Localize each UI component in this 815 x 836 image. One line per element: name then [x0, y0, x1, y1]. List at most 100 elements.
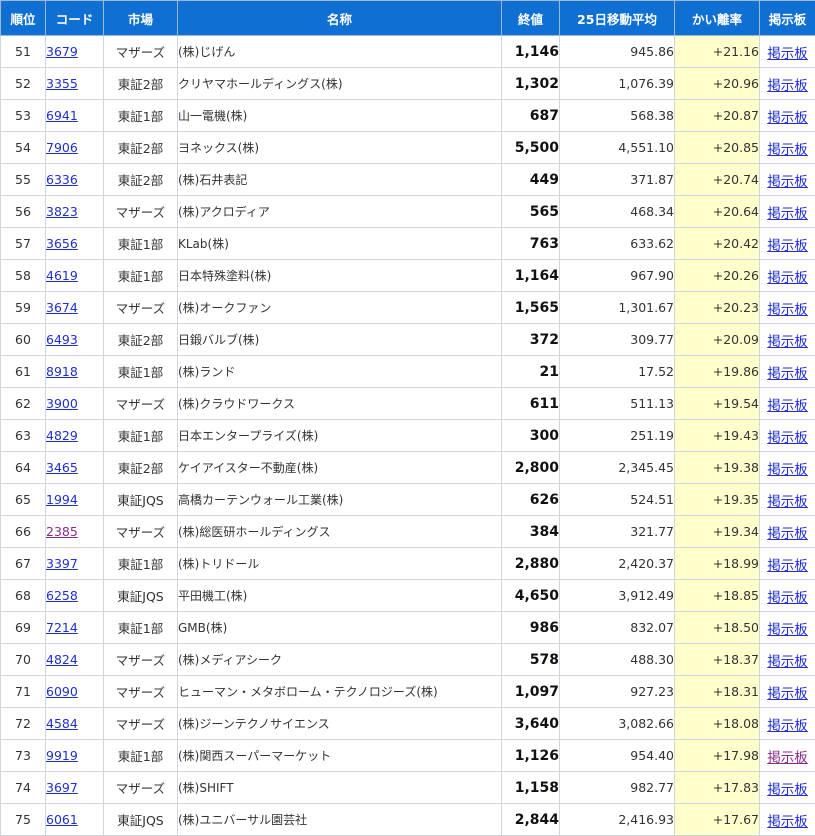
close-price: 21 — [540, 364, 559, 380]
stock-code-link[interactable]: 6061 — [46, 812, 78, 827]
board-link[interactable]: 掲示板 — [767, 110, 808, 126]
deviation-value: +18.85 — [713, 588, 759, 603]
ma25-value: 1,301.67 — [618, 300, 674, 315]
close-price: 763 — [530, 236, 559, 252]
ma25-cell: 927.23 — [560, 676, 675, 708]
name-cell: 日本特殊塗料(株) — [178, 260, 502, 292]
board-link[interactable]: 掲示板 — [767, 526, 808, 542]
stock-code-link[interactable]: 3397 — [46, 556, 78, 571]
ma25-value: 954.40 — [630, 748, 674, 763]
ma25-value: 3,912.49 — [618, 588, 674, 603]
code-cell: 8918 — [46, 356, 104, 388]
market-value: 東証1部 — [118, 109, 163, 124]
stock-code-link[interactable]: 3679 — [46, 44, 78, 59]
board-link[interactable]: 掲示板 — [767, 782, 808, 798]
header-board: 掲示板 — [760, 1, 815, 36]
rank-value: 75 — [15, 812, 31, 827]
board-link[interactable]: 掲示板 — [767, 654, 808, 670]
market-value: 東証1部 — [118, 621, 163, 636]
stock-code-link[interactable]: 3697 — [46, 780, 78, 795]
rank-value: 55 — [15, 172, 31, 187]
board-link[interactable]: 掲示板 — [767, 590, 808, 606]
rank-cell: 72 — [1, 708, 46, 740]
stock-code-link[interactable]: 6090 — [46, 684, 78, 699]
stock-code-link[interactable]: 4584 — [46, 716, 78, 731]
rank-value: 52 — [15, 76, 31, 91]
market-value: 東証2部 — [118, 77, 163, 92]
market-value: 東証1部 — [118, 269, 163, 284]
board-link[interactable]: 掲示板 — [767, 206, 808, 222]
board-link[interactable]: 掲示板 — [767, 622, 808, 638]
name-cell: (株)ランド — [178, 356, 502, 388]
stock-code-link[interactable]: 3355 — [46, 76, 78, 91]
market-cell: マザーズ — [104, 36, 178, 68]
stock-code-link[interactable]: 3823 — [46, 204, 78, 219]
stock-code-link[interactable]: 6941 — [46, 108, 78, 123]
board-link[interactable]: 掲示板 — [767, 270, 808, 286]
close-cell: 1,302 — [502, 68, 560, 100]
stock-code-link[interactable]: 3465 — [46, 460, 78, 475]
board-link[interactable]: 掲示板 — [767, 494, 808, 510]
header-code: コード — [46, 1, 104, 36]
ma25-value: 2,416.93 — [618, 812, 674, 827]
header-row: 順位 コード 市場 名称 終値 25日移動平均 かい離率 掲示板 — [1, 1, 815, 36]
board-link[interactable]: 掲示板 — [767, 718, 808, 734]
board-cell: 掲示板 — [760, 132, 815, 164]
deviation-cell: +19.86 — [675, 356, 760, 388]
stock-code-link[interactable]: 4829 — [46, 428, 78, 443]
stock-code-link[interactable]: 3656 — [46, 236, 78, 251]
market-cell: 東証1部 — [104, 740, 178, 772]
table-row: 51 3679 マザーズ (株)じげん 1,146 945.86 +21.16 … — [1, 36, 815, 68]
market-cell: マザーズ — [104, 676, 178, 708]
stock-code-link[interactable]: 6258 — [46, 588, 78, 603]
board-link[interactable]: 掲示板 — [767, 174, 808, 190]
stock-code-link[interactable]: 3674 — [46, 300, 78, 315]
rank-value: 61 — [15, 364, 31, 379]
stock-code-link[interactable]: 4824 — [46, 652, 78, 667]
board-link[interactable]: 掲示板 — [767, 302, 808, 318]
market-value: マザーズ — [116, 525, 165, 540]
board-link[interactable]: 掲示板 — [767, 366, 808, 382]
ma25-cell: 2,420.37 — [560, 548, 675, 580]
deviation-cell: +19.38 — [675, 452, 760, 484]
stock-code-link[interactable]: 4619 — [46, 268, 78, 283]
market-value: 東証2部 — [118, 333, 163, 348]
deviation-cell: +18.99 — [675, 548, 760, 580]
board-link[interactable]: 掲示板 — [767, 750, 808, 766]
rank-cell: 64 — [1, 452, 46, 484]
stock-code-link[interactable]: 6336 — [46, 172, 78, 187]
market-value: マザーズ — [116, 397, 165, 412]
board-cell: 掲示板 — [760, 228, 815, 260]
board-link[interactable]: 掲示板 — [767, 398, 808, 414]
stock-code-link[interactable]: 3900 — [46, 396, 78, 411]
name-cell: (株)関西スーパーマーケット — [178, 740, 502, 772]
board-link[interactable]: 掲示板 — [767, 78, 808, 94]
company-name: GMB(株) — [178, 621, 227, 635]
board-link[interactable]: 掲示板 — [767, 814, 808, 830]
stock-code-link[interactable]: 7906 — [46, 140, 78, 155]
stock-code-link[interactable]: 1994 — [46, 492, 78, 507]
rank-value: 60 — [15, 332, 31, 347]
market-cell: 東証JQS — [104, 484, 178, 516]
stock-code-link[interactable]: 8918 — [46, 364, 78, 379]
code-cell: 3656 — [46, 228, 104, 260]
board-link[interactable]: 掲示板 — [767, 686, 808, 702]
stock-code-link[interactable]: 6493 — [46, 332, 78, 347]
ma25-cell: 945.86 — [560, 36, 675, 68]
stock-code-link[interactable]: 2385 — [46, 524, 78, 539]
ma25-cell: 633.62 — [560, 228, 675, 260]
board-link[interactable]: 掲示板 — [767, 558, 808, 574]
deviation-value: +18.37 — [713, 652, 759, 667]
stock-code-link[interactable]: 9919 — [46, 748, 78, 763]
board-link[interactable]: 掲示板 — [767, 334, 808, 350]
board-link[interactable]: 掲示板 — [767, 430, 808, 446]
board-link[interactable]: 掲示板 — [767, 46, 808, 62]
board-link[interactable]: 掲示板 — [767, 142, 808, 158]
deviation-cell: +18.08 — [675, 708, 760, 740]
board-link[interactable]: 掲示板 — [767, 238, 808, 254]
market-value: マザーズ — [116, 301, 165, 316]
stock-code-link[interactable]: 7214 — [46, 620, 78, 635]
market-value: マザーズ — [116, 45, 165, 60]
table-row: 53 6941 東証1部 山一電機(株) 687 568.38 +20.87 掲… — [1, 100, 815, 132]
board-link[interactable]: 掲示板 — [767, 462, 808, 478]
